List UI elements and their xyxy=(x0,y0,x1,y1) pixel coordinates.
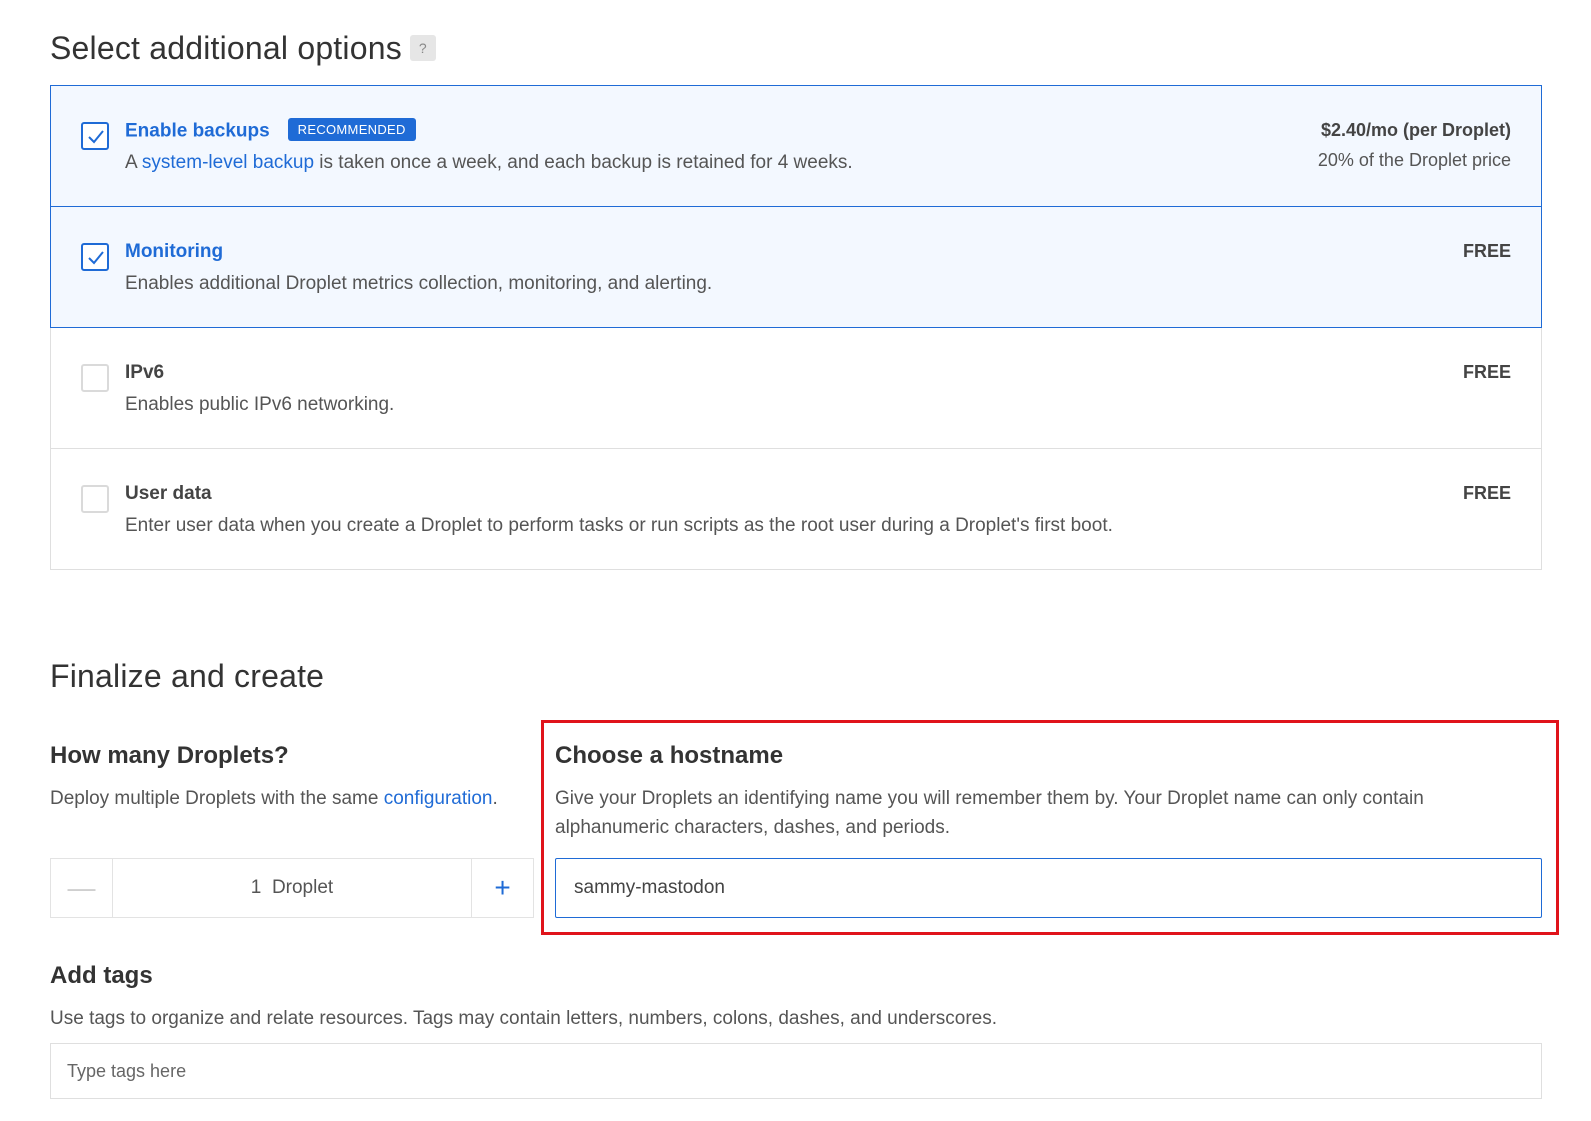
option-description: A system-level backup is taken once a we… xyxy=(125,152,853,174)
checkmark-icon xyxy=(88,251,104,265)
option-description: Enter user data when you create a Drople… xyxy=(125,515,1113,536)
section-title-finalize: Finalize and create xyxy=(50,658,325,694)
system-level-backup-link[interactable]: system-level backup xyxy=(142,152,314,173)
droplet-count-display: 1 Droplet xyxy=(113,859,471,917)
tags-input[interactable] xyxy=(50,1043,1542,1099)
hostname-description: Give your Droplets an identifying name y… xyxy=(555,788,1424,838)
section-title-additional-options: Select additional options? xyxy=(50,30,436,67)
option-title-text: Enable backups xyxy=(125,120,270,142)
checkbox-ipv6[interactable] xyxy=(81,364,109,392)
option-title: User data xyxy=(125,483,212,504)
checkmark-icon xyxy=(88,130,104,144)
choose-hostname-heading: Choose a hostname xyxy=(555,742,784,769)
decrement-button[interactable]: — xyxy=(51,859,113,917)
tags-description: Use tags to organize and relate resource… xyxy=(50,1008,997,1029)
how-many-droplets-heading: How many Droplets? xyxy=(50,742,289,769)
option-monitoring[interactable]: Monitoring Enables additional Droplet me… xyxy=(50,206,1542,328)
section-title-text: Select additional options xyxy=(50,30,402,66)
desc-prefix: A xyxy=(125,152,142,173)
checkbox-user-data[interactable] xyxy=(81,485,109,513)
desc-suffix: . xyxy=(492,788,498,809)
increment-button[interactable]: + xyxy=(471,859,533,917)
option-price: FREE xyxy=(1462,483,1511,503)
checkbox-backups[interactable] xyxy=(81,122,109,150)
desc-prefix: Deploy multiple Droplets with the same xyxy=(50,788,384,809)
option-price-sub: 20% of the Droplet price xyxy=(1317,150,1511,170)
checkbox-monitoring[interactable] xyxy=(81,243,109,271)
option-user-data[interactable]: User data Enter user data when you creat… xyxy=(50,448,1542,570)
droplet-count: 1 xyxy=(250,877,262,898)
option-title: Enable backups RECOMMENDED xyxy=(125,118,416,143)
option-ipv6[interactable]: IPv6 Enables public IPv6 networking. FRE… xyxy=(50,327,1542,449)
option-price: FREE xyxy=(1462,241,1511,261)
option-description: Enables public IPv6 networking. xyxy=(125,394,395,415)
add-tags-heading: Add tags xyxy=(50,962,153,989)
option-price: $2.40/mo (per Droplet) xyxy=(1320,120,1511,140)
configuration-link[interactable]: configuration xyxy=(384,788,493,809)
option-title: Monitoring xyxy=(125,241,224,262)
option-enable-backups[interactable]: Enable backups RECOMMENDED A system-level… xyxy=(50,85,1542,207)
desc-suffix: is taken once a week, and each backup is… xyxy=(314,152,853,173)
option-title: IPv6 xyxy=(125,362,165,383)
recommended-badge: RECOMMENDED xyxy=(287,118,416,141)
options-list: Enable backups RECOMMENDED A system-level… xyxy=(50,85,1542,570)
droplet-count-stepper: — 1 Droplet + xyxy=(50,858,534,918)
droplet-unit: Droplet xyxy=(271,877,334,898)
option-description: Enables additional Droplet metrics colle… xyxy=(125,273,713,294)
option-price: FREE xyxy=(1462,362,1511,382)
hostname-input[interactable] xyxy=(555,858,1542,918)
droplets-description: Deploy multiple Droplets with the same c… xyxy=(50,784,498,813)
help-icon[interactable]: ? xyxy=(409,34,436,61)
